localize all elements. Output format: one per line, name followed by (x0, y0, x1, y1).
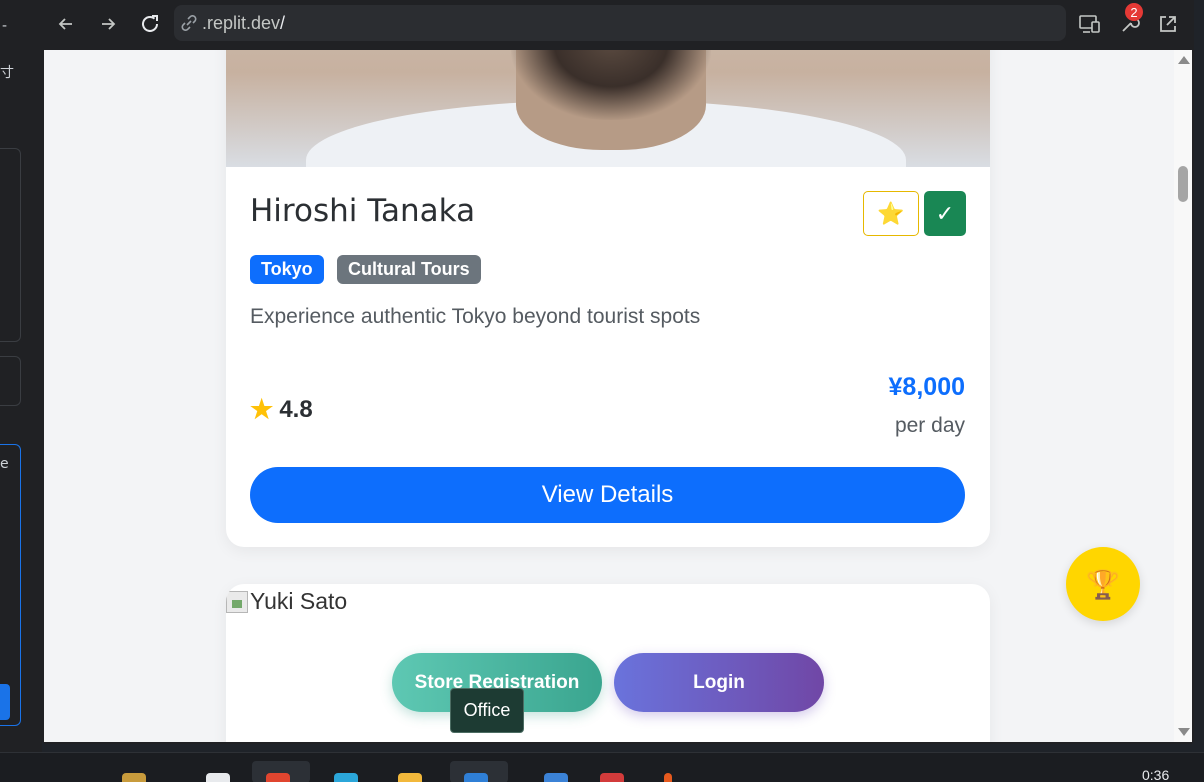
guide-name: Hiroshi Tanaka (250, 193, 476, 229)
rating-value: 4.8 (279, 395, 313, 423)
bg-app-panel (0, 148, 21, 342)
scrollbar-thumb[interactable] (1178, 166, 1188, 202)
office-icon[interactable] (464, 773, 488, 782)
guide-card: Hiroshi Tanaka ⭐ ✓ Tokyo Cultural Tours … (226, 50, 990, 547)
taskbar: 0:36 (0, 752, 1204, 782)
browser-window: .replit.dev/ 2 Hiroshi Tanaka ⭐ ✓ Tokyo … (42, 0, 1194, 744)
back-button[interactable] (50, 8, 82, 40)
bg-app-button[interactable] (0, 684, 10, 720)
devices-icon (1079, 15, 1100, 33)
view-details-button[interactable]: View Details (250, 467, 965, 523)
url-domain: .replit.dev (202, 13, 281, 33)
trophy-icon: 🏆 (1085, 568, 1121, 600)
bg-app-glyph: 寸 (0, 65, 14, 81)
bg-app-glyph: - (2, 18, 8, 34)
guide-description: Experience authentic Tokyo beyond touris… (250, 305, 701, 328)
taskbar-tooltip: Office (450, 688, 524, 733)
open-new-window-button[interactable] (1152, 8, 1184, 40)
select-button[interactable]: ✓ (924, 191, 966, 236)
folder-icon[interactable] (398, 773, 422, 782)
price-unit: per day (894, 414, 965, 437)
check-icon: ✓ (935, 200, 955, 226)
chrome-icon[interactable] (266, 773, 290, 782)
image-alt-text: Yuki Sato (250, 588, 348, 614)
arrow-right-icon (102, 18, 116, 30)
device-emulation-button[interactable] (1074, 8, 1106, 40)
scroll-up-icon[interactable] (1178, 56, 1190, 64)
guide-card-next: Yuki Sato (226, 584, 990, 742)
page-viewport: Hiroshi Tanaka ⭐ ✓ Tokyo Cultural Tours … (44, 50, 1192, 742)
price: ¥8,000 (888, 373, 965, 401)
external-link-icon (1160, 16, 1176, 32)
taskbar-app-icon[interactable] (206, 773, 230, 782)
broken-image-icon (226, 590, 248, 613)
bg-app-glyph: e (0, 456, 9, 472)
rating-star-icon: ★ (250, 394, 274, 424)
guide-photo (226, 50, 990, 167)
bg-app-panel (0, 356, 21, 406)
browser-toolbar: .replit.dev/ 2 (42, 0, 1194, 48)
reload-button[interactable] (134, 8, 166, 40)
rating: ★ 4.8 (250, 394, 313, 425)
taskbar-clock: 0:36 (1142, 767, 1170, 782)
city-tag: Tokyo (250, 255, 324, 284)
url-path: / (280, 13, 286, 33)
taskbar-app-icon[interactable] (600, 773, 624, 782)
scroll-down-icon[interactable] (1178, 728, 1190, 736)
broken-guide-image: Yuki Sato (226, 588, 347, 615)
login-button[interactable]: Login (614, 653, 824, 712)
leaderboard-button[interactable]: 🏆 (1066, 547, 1140, 621)
forward-button[interactable] (92, 8, 124, 40)
star-icon: ⭐ (877, 200, 905, 226)
notification-badge: 2 (1125, 3, 1143, 21)
taskbar-app-icon[interactable] (544, 773, 568, 782)
arrow-left-icon (58, 18, 72, 30)
link-icon (181, 15, 197, 31)
category-tag: Cultural Tours (337, 255, 481, 284)
address-bar[interactable]: .replit.dev/ (174, 5, 1066, 41)
reload-icon (142, 15, 158, 32)
taskbar-app-icon[interactable] (122, 773, 146, 782)
page-scrollbar[interactable] (1174, 50, 1192, 742)
url-text: .replit.dev/ (202, 13, 285, 34)
favorite-button[interactable]: ⭐ (863, 191, 919, 236)
background-app-strip: - 寸 e (0, 0, 42, 752)
edge-icon[interactable] (334, 773, 358, 782)
taskbar-app-icon[interactable] (664, 773, 672, 782)
